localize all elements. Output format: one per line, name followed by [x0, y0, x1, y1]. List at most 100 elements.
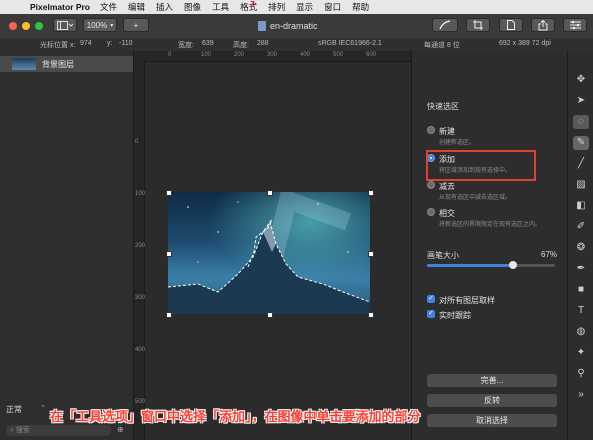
- checkbox-sample-all[interactable]: ✓: [427, 295, 435, 303]
- slider-knob[interactable]: [508, 261, 517, 269]
- document-title: en-dramatic: [270, 21, 318, 31]
- radio-new[interactable]: [427, 126, 435, 134]
- menu-edit[interactable]: 编辑: [128, 1, 145, 13]
- brush-size-value[interactable]: 67%: [541, 250, 557, 259]
- minimize-window-button[interactable]: [22, 22, 30, 30]
- zoom-window-button[interactable]: [35, 22, 43, 30]
- tools-panel: ✥ ➤ ◌ ✎ ╱ ▨ ◧ ✐ ❂ ✒ ■ T ◍ ✦ ⚲ »: [567, 51, 593, 440]
- paint-icon[interactable]: ╱: [573, 157, 589, 171]
- sidebar-icon: [57, 20, 73, 30]
- ruler-mark: 500: [135, 399, 146, 405]
- height-label: 高度:: [233, 42, 249, 49]
- selection-handle[interactable]: [166, 312, 172, 318]
- document-button[interactable]: [499, 18, 523, 32]
- zoom-icon[interactable]: ⚲: [573, 367, 589, 381]
- search-placeholder: 搜索: [15, 427, 30, 434]
- watermark-logo: Z: [250, 0, 255, 9]
- color-adjust-icon[interactable]: ◍: [573, 325, 589, 339]
- menu-arrange[interactable]: 排列: [268, 1, 285, 13]
- page-icon: [507, 20, 515, 30]
- menu-window[interactable]: 窗口: [324, 1, 341, 13]
- window-toolbar: 100% ▾ + en-dramatic: [0, 14, 593, 39]
- add-button[interactable]: +: [123, 18, 149, 32]
- pen-icon[interactable]: ✒: [573, 262, 589, 276]
- zoom-select[interactable]: 100% ▾: [83, 18, 117, 32]
- width-label: 宽度:: [178, 42, 194, 49]
- invert-button[interactable]: 反转: [427, 394, 557, 407]
- zoom-value: 100%: [86, 20, 108, 30]
- menu-view[interactable]: 显示: [296, 1, 313, 13]
- ruler-mark: 100: [135, 191, 146, 197]
- menu-help[interactable]: 帮助: [352, 1, 369, 13]
- selection-handle[interactable]: [267, 312, 273, 318]
- shape-icon[interactable]: ■: [573, 283, 589, 297]
- checkbox-realtime[interactable]: ✓: [427, 310, 435, 318]
- mountain-photo: [168, 192, 370, 314]
- mode-new-label: 新建: [439, 127, 455, 136]
- type-icon[interactable]: T: [573, 304, 589, 318]
- blend-mode-select[interactable]: 正常: [6, 404, 22, 415]
- quick-selection-icon[interactable]: ✎: [573, 136, 589, 150]
- document-icon: [258, 21, 266, 31]
- selection-handle[interactable]: [166, 190, 172, 196]
- view-toggle-button[interactable]: [53, 18, 77, 32]
- canvas-image[interactable]: [168, 192, 370, 314]
- adjust-button[interactable]: [563, 18, 587, 32]
- selection-handle[interactable]: [267, 190, 273, 196]
- radio-intersect[interactable]: [427, 208, 435, 216]
- tool-options-panel: 快速选区 新建 创建新选区。 添加 将区域添加到现有选择中。 减去 从现有选区中…: [411, 51, 568, 440]
- share-button[interactable]: [531, 18, 555, 32]
- radio-subtract[interactable]: [427, 181, 435, 189]
- selection-handle[interactable]: [368, 251, 374, 257]
- menu-tools[interactable]: 工具: [212, 1, 229, 13]
- ruler-mark: 400: [300, 52, 311, 58]
- move-icon[interactable]: ➤: [573, 94, 589, 108]
- brush-size-slider[interactable]: [427, 261, 555, 269]
- crop-button[interactable]: [466, 18, 490, 32]
- sliders-icon: [569, 20, 581, 30]
- style-button[interactable]: [432, 18, 458, 32]
- layer-thumbnail: [12, 58, 36, 70]
- cursor-x-label: 光标位置 x:: [40, 42, 76, 49]
- app-name-menu[interactable]: Pixelmator Pro: [30, 2, 90, 12]
- mode-subtract-label: 减去: [439, 182, 455, 191]
- add-layer-icon[interactable]: ⊕: [117, 425, 124, 434]
- menu-bar: Pixelmator Pro 文件 编辑 插入 图像 工具 格式 排列 显示 窗…: [0, 0, 593, 14]
- retouch-icon[interactable]: ✐: [573, 220, 589, 234]
- ruler-vertical: 0 100 200 300 400 500: [134, 61, 145, 440]
- selection-handle[interactable]: [166, 251, 172, 257]
- close-window-button[interactable]: [9, 22, 17, 30]
- sample-all-label: 对所有图层取样: [439, 296, 495, 305]
- ruler-mark: 300: [267, 52, 278, 58]
- layer-row[interactable]: 背景图层: [0, 56, 133, 72]
- menu-image[interactable]: 图像: [184, 1, 201, 13]
- selection-handle[interactable]: [368, 190, 374, 196]
- ruler-mark: 100: [201, 52, 212, 58]
- width-value: 639: [202, 40, 214, 47]
- selection-handle[interactable]: [368, 312, 374, 318]
- menu-insert[interactable]: 插入: [156, 1, 173, 13]
- ruler-mark: 400: [135, 347, 146, 353]
- refine-button[interactable]: 完善...: [427, 374, 557, 387]
- deselect-button[interactable]: 取消选择: [427, 414, 557, 427]
- cursor-y-value: -110: [119, 40, 133, 47]
- info-bar: 光标位置 x: 974 y: -110 宽度: 639 高度: 288 sRGB…: [0, 38, 593, 52]
- mode-intersect-label: 相交: [439, 209, 455, 218]
- tutorial-caption: 在「工具选项」窗口中选择「添加」，在图像中单击要添加的部分: [50, 409, 421, 424]
- arrange-icon[interactable]: ✥: [573, 73, 589, 87]
- chevron-updown-icon: ⌃: [40, 405, 46, 412]
- gradient-icon[interactable]: ▨: [573, 178, 589, 192]
- layer-search-input[interactable]: ⌕ 搜索: [6, 425, 111, 436]
- brush-stroke-icon: [439, 20, 451, 30]
- more-icon[interactable]: »: [573, 388, 589, 402]
- layers-panel: 背景图层 正常 ⌃ ⌕ 搜索 ⊕: [0, 51, 134, 440]
- tool-title: 快速选区: [427, 102, 459, 111]
- erase-icon[interactable]: ◧: [573, 199, 589, 213]
- selection-icon[interactable]: ◌: [573, 115, 589, 129]
- menu-file[interactable]: 文件: [100, 1, 117, 13]
- channel-depth: 每通道 8 位: [424, 42, 460, 49]
- ruler-mark: 0: [135, 139, 139, 145]
- sparkle-icon[interactable]: ✦: [573, 346, 589, 360]
- effects-icon[interactable]: ❂: [573, 241, 589, 255]
- color-profile: sRGB IEC61966-2.1: [318, 40, 382, 47]
